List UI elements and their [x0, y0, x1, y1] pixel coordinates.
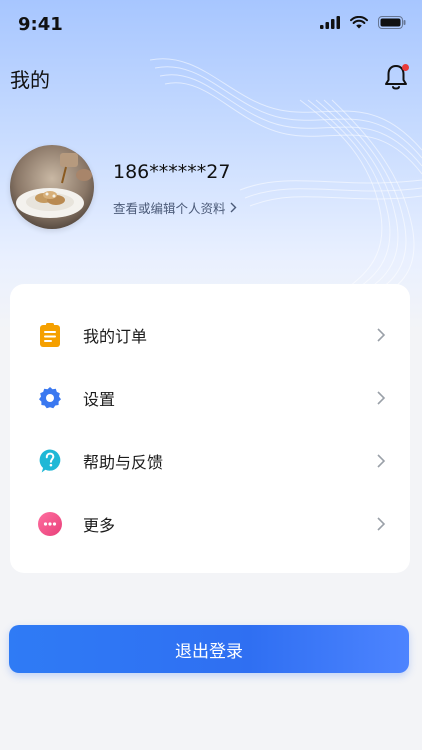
menu-item-orders[interactable]: 我的订单 [10, 307, 410, 363]
menu-item-label: 设置 [83, 390, 116, 409]
edit-profile-label: 查看或编辑个人资料 [113, 201, 226, 216]
chevron-right-icon [377, 517, 386, 531]
battery-icon [378, 16, 406, 29]
menu-item-help-feedback[interactable]: 帮助与反馈 [10, 433, 410, 489]
chevron-right-icon [230, 202, 237, 213]
notification-dot [402, 64, 409, 71]
menu-item-more[interactable]: 更多 [10, 496, 410, 552]
avatar-image [10, 145, 94, 229]
wifi-icon [350, 16, 368, 29]
chevron-right-icon [377, 454, 386, 468]
more-dots-icon [38, 512, 62, 536]
avatar[interactable] [10, 145, 94, 229]
cellular-signal-icon [320, 16, 340, 29]
chevron-right-icon [377, 328, 386, 342]
edit-profile-link[interactable]: 查看或编辑个人资料 [113, 198, 237, 217]
page-title: 我的 [10, 68, 50, 92]
menu-item-label: 帮助与反馈 [83, 453, 164, 472]
chevron-right-icon [377, 391, 386, 405]
status-time: 9:41 [18, 14, 63, 35]
help-question-icon [39, 449, 61, 473]
orders-clipboard-icon [40, 323, 60, 347]
status-icons [320, 16, 406, 29]
menu-item-settings[interactable]: 设置 [10, 370, 410, 426]
logout-button[interactable]: 退出登录 [9, 625, 409, 673]
menu-card: 我的订单 设置 帮助与反馈 更多 [10, 284, 410, 573]
user-phone: 186******27 [113, 161, 231, 183]
notification-button[interactable] [382, 62, 410, 92]
menu-item-label: 我的订单 [83, 327, 148, 346]
settings-gear-icon [39, 387, 61, 409]
status-bar: 9:41 [0, 0, 422, 50]
menu-item-label: 更多 [83, 516, 116, 535]
